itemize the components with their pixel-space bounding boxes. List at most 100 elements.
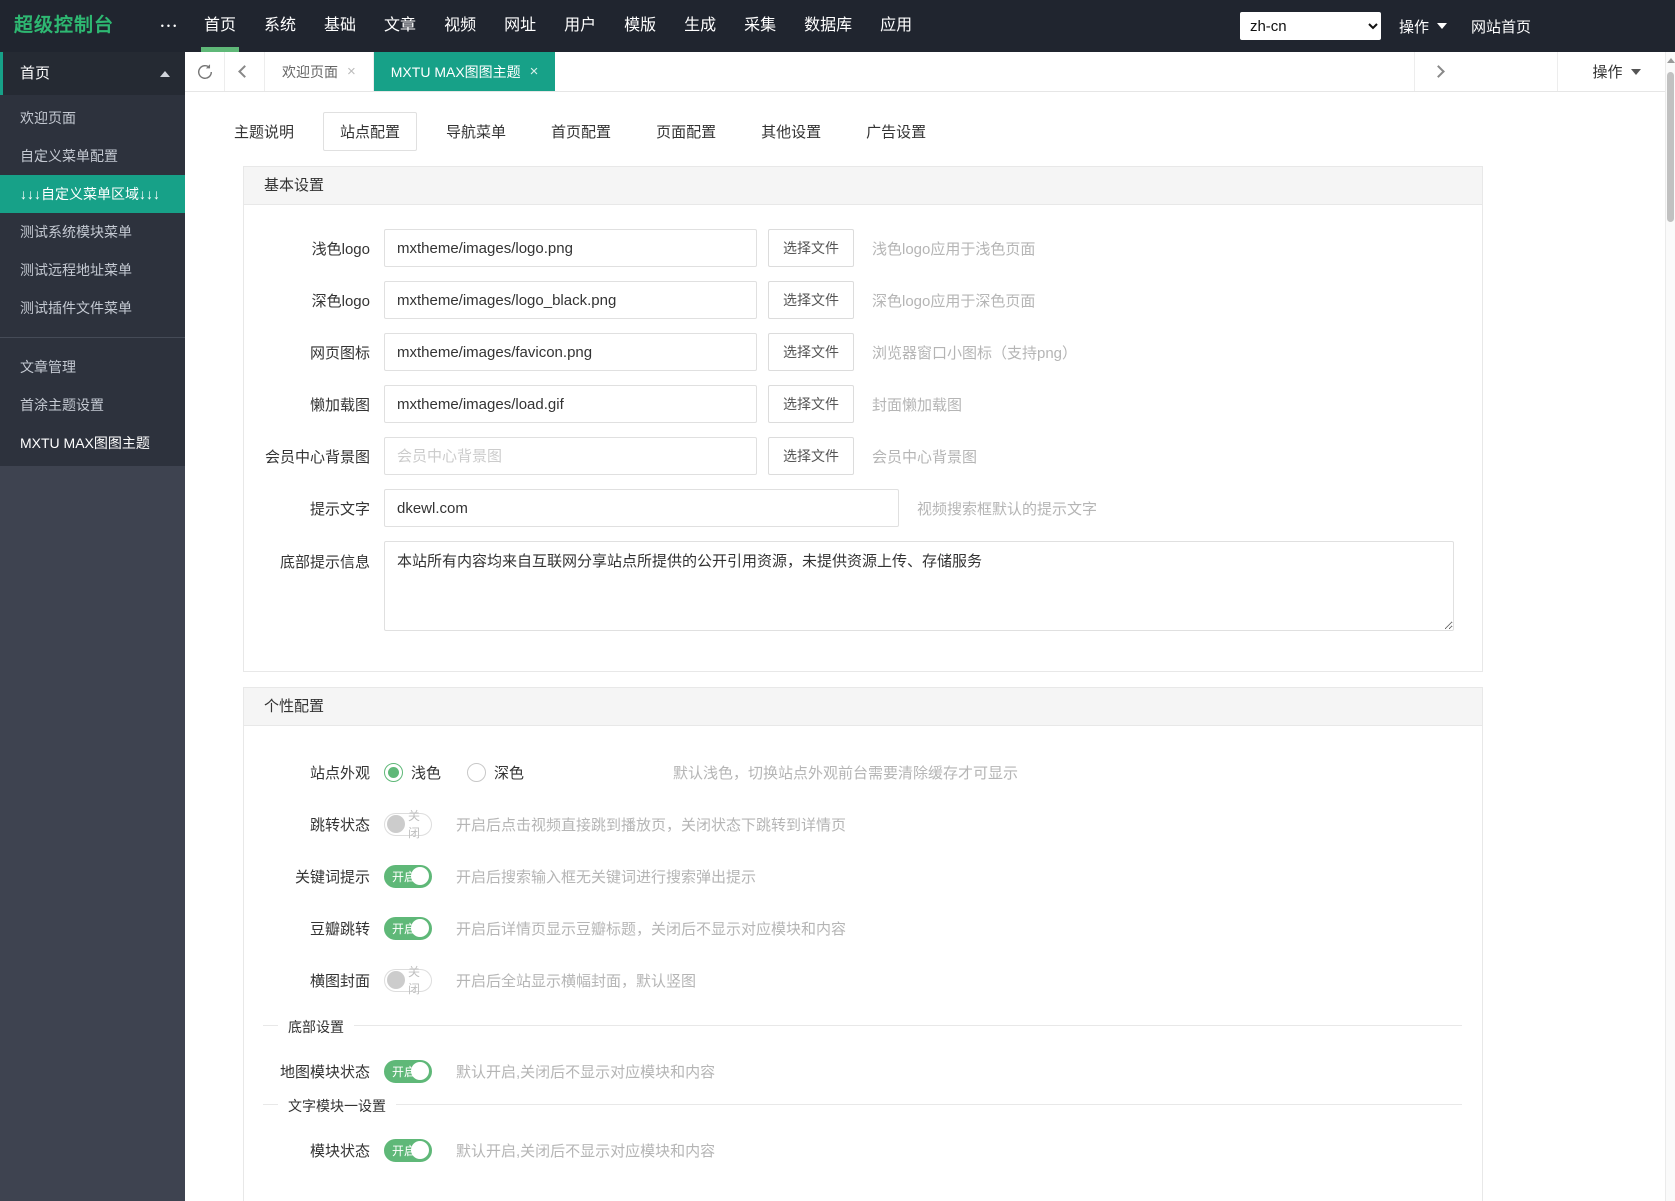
favicon-input[interactable] [384, 333, 757, 371]
choose-file-button[interactable]: 选择文件 [768, 229, 854, 267]
panel-body: 浅色logo 选择文件 浅色logo应用于浅色页面 深色logo 选择文件 深色… [244, 205, 1482, 671]
choose-file-button[interactable]: 选择文件 [768, 437, 854, 475]
douban-jump-toggle-on[interactable]: 开启 [384, 917, 432, 940]
app-logo: 超级控制台 [0, 0, 150, 52]
window-tab-welcome[interactable]: 欢迎页面 × [265, 52, 374, 91]
sidebar-item-article-manage[interactable]: 文章管理 [0, 348, 185, 386]
form-row-light-logo: 浅色logo 选择文件 浅色logo应用于浅色页面 [244, 229, 1482, 267]
close-icon[interactable]: × [347, 63, 356, 80]
sidebar-header-home[interactable]: 首页 [0, 52, 185, 95]
choose-file-button[interactable]: 选择文件 [768, 333, 854, 371]
window-tab-mxtu-theme[interactable]: MXTU MAX图图主题 × [374, 52, 556, 91]
topnav-item-user[interactable]: 用户 [551, 0, 609, 52]
radio-light-selected[interactable] [384, 763, 403, 782]
tab-other-settings[interactable]: 其他设置 [745, 113, 837, 150]
prompt-text-input[interactable] [384, 489, 899, 527]
field-label: 跳转状态 [244, 814, 384, 835]
field-label: 懒加载图 [244, 394, 384, 415]
lazyload-image-input[interactable] [384, 385, 757, 423]
topbar-right: zh-cn 操作 网站首页 [1240, 0, 1675, 52]
tab-home-config[interactable]: 首页配置 [535, 113, 627, 150]
choose-file-button[interactable]: 选择文件 [768, 281, 854, 319]
footer-notice-textarea[interactable]: 本站所有内容均来自互联网分享站点所提供的公开引用资源，未提供资源上传、存储服务 [384, 541, 1454, 631]
topnav-item-collect[interactable]: 采集 [731, 0, 789, 52]
refresh-icon [196, 63, 214, 81]
topnav-item-url[interactable]: 网址 [491, 0, 549, 52]
sidebar-item-test-plugin-file-menu[interactable]: 测试插件文件菜单 [0, 289, 185, 327]
topnav-item-home[interactable]: 首页 [191, 0, 249, 52]
tab-site-config[interactable]: 站点配置 [323, 112, 417, 151]
tab-ad-settings[interactable]: 广告设置 [850, 113, 942, 150]
topnav-item-system[interactable]: 系统 [251, 0, 309, 52]
sidebar-item-shoutu-theme-settings[interactable]: 首涂主题设置 [0, 386, 185, 424]
topnav-item-generate[interactable]: 生成 [671, 0, 729, 52]
toggle-knob [411, 1141, 429, 1159]
topnav-item-article[interactable]: 文章 [371, 0, 429, 52]
chevron-right-icon [1432, 65, 1445, 78]
field-hint: 会员中心背景图 [872, 446, 977, 467]
tab-page-config[interactable]: 页面配置 [640, 113, 732, 150]
more-menu-icon[interactable]: ••• [150, 0, 190, 52]
admin-console: 超级控制台 ••• 首页 系统 基础 文章 视频 网址 用户 模版 生成 采集 … [0, 0, 1675, 1201]
field-hint: 默认浅色，切换站点外观前台需要清除缓存才可显示 [673, 762, 1018, 783]
landscape-cover-toggle-off[interactable]: 关闭 [384, 969, 432, 992]
field-label: 站点外观 [244, 762, 384, 783]
form-row-favicon: 网页图标 选择文件 浏览器窗口小图标（支持png） [244, 333, 1482, 371]
field-hint: 开启后详情页显示豆瓣标题，关闭后不显示对应模块和内容 [456, 918, 846, 939]
toggle-knob [411, 1062, 429, 1080]
field-label: 模块状态 [263, 1140, 384, 1161]
sidebar-item-welcome[interactable]: 欢迎页面 [0, 99, 185, 137]
jump-state-toggle-off[interactable]: 关闭 [384, 813, 432, 836]
field-hint: 浏览器窗口小图标（支持png） [872, 342, 1077, 363]
language-select[interactable]: zh-cn [1240, 12, 1381, 40]
refresh-button[interactable] [185, 52, 225, 91]
content-area: 欢迎页面 × MXTU MAX图图主题 × 操作 [185, 52, 1675, 1201]
field-label: 地图模块状态 [263, 1061, 384, 1082]
topbar: 超级控制台 ••• 首页 系统 基础 文章 视频 网址 用户 模版 生成 采集 … [0, 0, 1675, 52]
topnav-item-template[interactable]: 模版 [611, 0, 669, 52]
tab-nav-menu[interactable]: 导航菜单 [430, 113, 522, 150]
topnav-item-database[interactable]: 数据库 [791, 0, 865, 52]
sidebar-item-custom-menu-area[interactable]: ↓↓↓自定义菜单区域↓↓↓ [0, 175, 185, 213]
tab-action-dropdown[interactable]: 操作 [1557, 52, 1675, 91]
map-module-toggle-on[interactable]: 开启 [384, 1060, 432, 1083]
fieldset-legend: 底部设置 [278, 1017, 354, 1037]
tab-theme-description[interactable]: 主题说明 [218, 113, 310, 150]
sidebar-item-mxtu-theme[interactable]: MXTU MAX图图主题 [0, 424, 185, 462]
member-center-bg-input[interactable] [384, 437, 757, 475]
fieldset-legend: 文字模块一设置 [278, 1096, 396, 1116]
keyword-tip-toggle-on[interactable]: 开启 [384, 865, 432, 888]
light-logo-input[interactable] [384, 229, 757, 267]
topnav-item-video[interactable]: 视频 [431, 0, 489, 52]
topbar-action-dropdown[interactable]: 操作 [1399, 16, 1447, 37]
field-hint: 封面懒加载图 [872, 394, 962, 415]
field-label: 豆瓣跳转 [244, 918, 384, 939]
close-icon[interactable]: × [530, 63, 539, 80]
tabbar-right-controls: 操作 [1414, 52, 1675, 91]
dark-logo-input[interactable] [384, 281, 757, 319]
choose-file-button[interactable]: 选择文件 [768, 385, 854, 423]
topnav-item-basic[interactable]: 基础 [311, 0, 369, 52]
toggle-knob [387, 971, 405, 989]
field-label: 会员中心背景图 [244, 446, 384, 467]
radio-dark[interactable] [467, 763, 486, 782]
form-row-jump-state: 跳转状态 关闭 开启后点击视频直接跳到播放页，关闭状态下跳转到详情页 [244, 805, 1482, 843]
form-row-landscape-cover: 横图封面 关闭 开启后全站显示横幅封面，默认竖图 [244, 961, 1482, 999]
basic-settings-panel: 基本设置 浅色logo 选择文件 浅色logo应用于浅色页面 深色logo 选择… [243, 166, 1483, 672]
text-module-toggle-on[interactable]: 开启 [384, 1139, 432, 1162]
tab-scroll-right-button[interactable] [1414, 52, 1462, 91]
sidebar-item-test-remote-address-menu[interactable]: 测试远程地址菜单 [0, 251, 185, 289]
form-row-map-module-state: 地图模块状态 开启 默认开启,关闭后不显示对应模块和内容 [263, 1052, 1462, 1090]
site-home-link[interactable]: 网站首页 [1471, 16, 1531, 37]
vertical-scrollbar[interactable] [1665, 52, 1675, 1201]
field-label: 横图封面 [244, 970, 384, 991]
form-row-dark-logo: 深色logo 选择文件 深色logo应用于深色页面 [244, 281, 1482, 319]
topnav-item-app[interactable]: 应用 [867, 0, 925, 52]
field-label: 网页图标 [244, 342, 384, 363]
field-label: 底部提示信息 [244, 541, 384, 572]
scrollbar-thumb[interactable] [1667, 72, 1674, 222]
sidebar-item-custom-menu-config[interactable]: 自定义菜单配置 [0, 137, 185, 175]
scrollbar-up-arrow-icon[interactable] [1667, 58, 1675, 63]
sidebar-item-test-system-module-menu[interactable]: 测试系统模块菜单 [0, 213, 185, 251]
tab-scroll-left-button[interactable] [225, 52, 265, 91]
